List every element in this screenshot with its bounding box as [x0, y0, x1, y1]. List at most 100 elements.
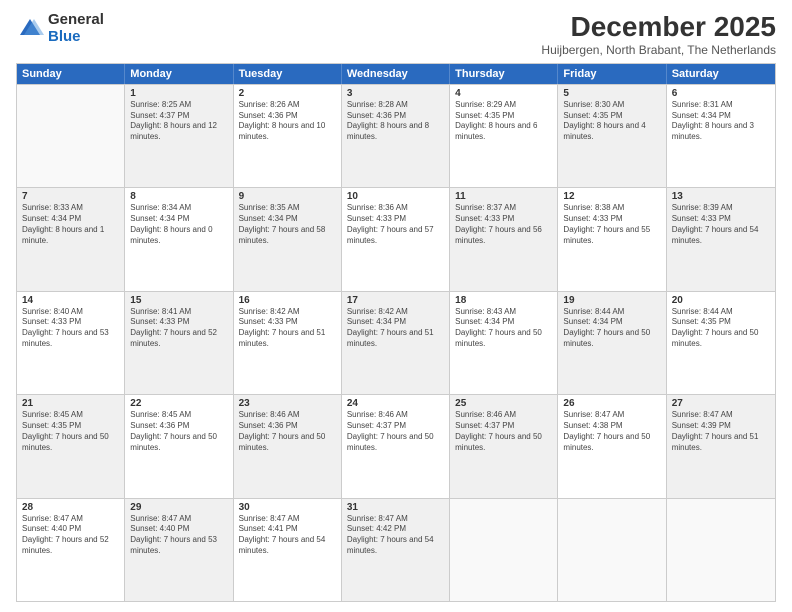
calendar-cell: 17Sunrise: 8:42 AM Sunset: 4:34 PM Dayli…: [342, 292, 450, 394]
header-day-saturday: Saturday: [667, 64, 775, 84]
month-title: December 2025: [541, 12, 776, 43]
header-day-tuesday: Tuesday: [234, 64, 342, 84]
cell-info: Sunrise: 8:30 AM Sunset: 4:35 PM Dayligh…: [563, 100, 660, 143]
cell-info: Sunrise: 8:46 AM Sunset: 4:37 PM Dayligh…: [455, 410, 552, 453]
day-number: 11: [455, 191, 552, 202]
day-number: 7: [22, 191, 119, 202]
cell-info: Sunrise: 8:47 AM Sunset: 4:39 PM Dayligh…: [672, 410, 770, 453]
day-number: 30: [239, 502, 336, 513]
day-number: 14: [22, 295, 119, 306]
cell-info: Sunrise: 8:47 AM Sunset: 4:40 PM Dayligh…: [22, 514, 119, 557]
calendar-cell: 27Sunrise: 8:47 AM Sunset: 4:39 PM Dayli…: [667, 395, 775, 497]
day-number: 9: [239, 191, 336, 202]
calendar-cell: 21Sunrise: 8:45 AM Sunset: 4:35 PM Dayli…: [17, 395, 125, 497]
day-number: 26: [563, 398, 660, 409]
cell-info: Sunrise: 8:31 AM Sunset: 4:34 PM Dayligh…: [672, 100, 770, 143]
calendar-cell: 7Sunrise: 8:33 AM Sunset: 4:34 PM Daylig…: [17, 188, 125, 290]
calendar-cell: 24Sunrise: 8:46 AM Sunset: 4:37 PM Dayli…: [342, 395, 450, 497]
calendar-cell: 30Sunrise: 8:47 AM Sunset: 4:41 PM Dayli…: [234, 499, 342, 601]
calendar-cell: 18Sunrise: 8:43 AM Sunset: 4:34 PM Dayli…: [450, 292, 558, 394]
title-block: December 2025 Huijbergen, North Brabant,…: [541, 12, 776, 57]
cell-info: Sunrise: 8:46 AM Sunset: 4:36 PM Dayligh…: [239, 410, 336, 453]
day-number: 22: [130, 398, 227, 409]
header: General Blue December 2025 Huijbergen, N…: [16, 12, 776, 57]
calendar-cell: 8Sunrise: 8:34 AM Sunset: 4:34 PM Daylig…: [125, 188, 233, 290]
subtitle: Huijbergen, North Brabant, The Netherlan…: [541, 43, 776, 57]
day-number: 5: [563, 88, 660, 99]
header-day-wednesday: Wednesday: [342, 64, 450, 84]
calendar-cell: [450, 499, 558, 601]
cell-info: Sunrise: 8:45 AM Sunset: 4:36 PM Dayligh…: [130, 410, 227, 453]
calendar-cell: 20Sunrise: 8:44 AM Sunset: 4:35 PM Dayli…: [667, 292, 775, 394]
header-day-thursday: Thursday: [450, 64, 558, 84]
cell-info: Sunrise: 8:46 AM Sunset: 4:37 PM Dayligh…: [347, 410, 444, 453]
cell-info: Sunrise: 8:37 AM Sunset: 4:33 PM Dayligh…: [455, 203, 552, 246]
day-number: 6: [672, 88, 770, 99]
calendar-cell: 4Sunrise: 8:29 AM Sunset: 4:35 PM Daylig…: [450, 85, 558, 187]
header-day-friday: Friday: [558, 64, 666, 84]
day-number: 1: [130, 88, 227, 99]
calendar-cell: [558, 499, 666, 601]
cell-info: Sunrise: 8:40 AM Sunset: 4:33 PM Dayligh…: [22, 307, 119, 350]
cell-info: Sunrise: 8:39 AM Sunset: 4:33 PM Dayligh…: [672, 203, 770, 246]
day-number: 25: [455, 398, 552, 409]
calendar-cell: 25Sunrise: 8:46 AM Sunset: 4:37 PM Dayli…: [450, 395, 558, 497]
day-number: 13: [672, 191, 770, 202]
header-day-monday: Monday: [125, 64, 233, 84]
calendar-cell: 14Sunrise: 8:40 AM Sunset: 4:33 PM Dayli…: [17, 292, 125, 394]
cell-info: Sunrise: 8:33 AM Sunset: 4:34 PM Dayligh…: [22, 203, 119, 246]
cell-info: Sunrise: 8:28 AM Sunset: 4:36 PM Dayligh…: [347, 100, 444, 143]
day-number: 24: [347, 398, 444, 409]
calendar-cell: [667, 499, 775, 601]
logo: General Blue: [16, 12, 104, 45]
calendar-cell: 13Sunrise: 8:39 AM Sunset: 4:33 PM Dayli…: [667, 188, 775, 290]
cell-info: Sunrise: 8:29 AM Sunset: 4:35 PM Dayligh…: [455, 100, 552, 143]
calendar-cell: 28Sunrise: 8:47 AM Sunset: 4:40 PM Dayli…: [17, 499, 125, 601]
day-number: 28: [22, 502, 119, 513]
calendar-cell: 1Sunrise: 8:25 AM Sunset: 4:37 PM Daylig…: [125, 85, 233, 187]
calendar-header: SundayMondayTuesdayWednesdayThursdayFrid…: [17, 64, 775, 84]
cell-info: Sunrise: 8:26 AM Sunset: 4:36 PM Dayligh…: [239, 100, 336, 143]
day-number: 29: [130, 502, 227, 513]
calendar-cell: 6Sunrise: 8:31 AM Sunset: 4:34 PM Daylig…: [667, 85, 775, 187]
cell-info: Sunrise: 8:42 AM Sunset: 4:34 PM Dayligh…: [347, 307, 444, 350]
page: General Blue December 2025 Huijbergen, N…: [0, 0, 792, 612]
day-number: 17: [347, 295, 444, 306]
calendar-cell: 22Sunrise: 8:45 AM Sunset: 4:36 PM Dayli…: [125, 395, 233, 497]
calendar-cell: 12Sunrise: 8:38 AM Sunset: 4:33 PM Dayli…: [558, 188, 666, 290]
cell-info: Sunrise: 8:41 AM Sunset: 4:33 PM Dayligh…: [130, 307, 227, 350]
calendar-row-1: 7Sunrise: 8:33 AM Sunset: 4:34 PM Daylig…: [17, 187, 775, 290]
cell-info: Sunrise: 8:34 AM Sunset: 4:34 PM Dayligh…: [130, 203, 227, 246]
day-number: 21: [22, 398, 119, 409]
cell-info: Sunrise: 8:43 AM Sunset: 4:34 PM Dayligh…: [455, 307, 552, 350]
calendar-cell: 10Sunrise: 8:36 AM Sunset: 4:33 PM Dayli…: [342, 188, 450, 290]
day-number: 31: [347, 502, 444, 513]
cell-info: Sunrise: 8:38 AM Sunset: 4:33 PM Dayligh…: [563, 203, 660, 246]
calendar: SundayMondayTuesdayWednesdayThursdayFrid…: [16, 63, 776, 602]
day-number: 27: [672, 398, 770, 409]
calendar-row-3: 21Sunrise: 8:45 AM Sunset: 4:35 PM Dayli…: [17, 394, 775, 497]
logo-blue: Blue: [48, 29, 104, 46]
cell-info: Sunrise: 8:25 AM Sunset: 4:37 PM Dayligh…: [130, 100, 227, 143]
calendar-row-0: 1Sunrise: 8:25 AM Sunset: 4:37 PM Daylig…: [17, 84, 775, 187]
calendar-cell: 23Sunrise: 8:46 AM Sunset: 4:36 PM Dayli…: [234, 395, 342, 497]
day-number: 8: [130, 191, 227, 202]
day-number: 15: [130, 295, 227, 306]
calendar-row-2: 14Sunrise: 8:40 AM Sunset: 4:33 PM Dayli…: [17, 291, 775, 394]
calendar-cell: 16Sunrise: 8:42 AM Sunset: 4:33 PM Dayli…: [234, 292, 342, 394]
cell-info: Sunrise: 8:47 AM Sunset: 4:38 PM Dayligh…: [563, 410, 660, 453]
cell-info: Sunrise: 8:44 AM Sunset: 4:34 PM Dayligh…: [563, 307, 660, 350]
day-number: 4: [455, 88, 552, 99]
calendar-body: 1Sunrise: 8:25 AM Sunset: 4:37 PM Daylig…: [17, 84, 775, 601]
cell-info: Sunrise: 8:42 AM Sunset: 4:33 PM Dayligh…: [239, 307, 336, 350]
calendar-cell: 2Sunrise: 8:26 AM Sunset: 4:36 PM Daylig…: [234, 85, 342, 187]
day-number: 18: [455, 295, 552, 306]
calendar-cell: [17, 85, 125, 187]
cell-info: Sunrise: 8:44 AM Sunset: 4:35 PM Dayligh…: [672, 307, 770, 350]
day-number: 16: [239, 295, 336, 306]
calendar-cell: 3Sunrise: 8:28 AM Sunset: 4:36 PM Daylig…: [342, 85, 450, 187]
day-number: 3: [347, 88, 444, 99]
header-day-sunday: Sunday: [17, 64, 125, 84]
logo-icon: [16, 15, 44, 43]
logo-general: General: [48, 12, 104, 29]
